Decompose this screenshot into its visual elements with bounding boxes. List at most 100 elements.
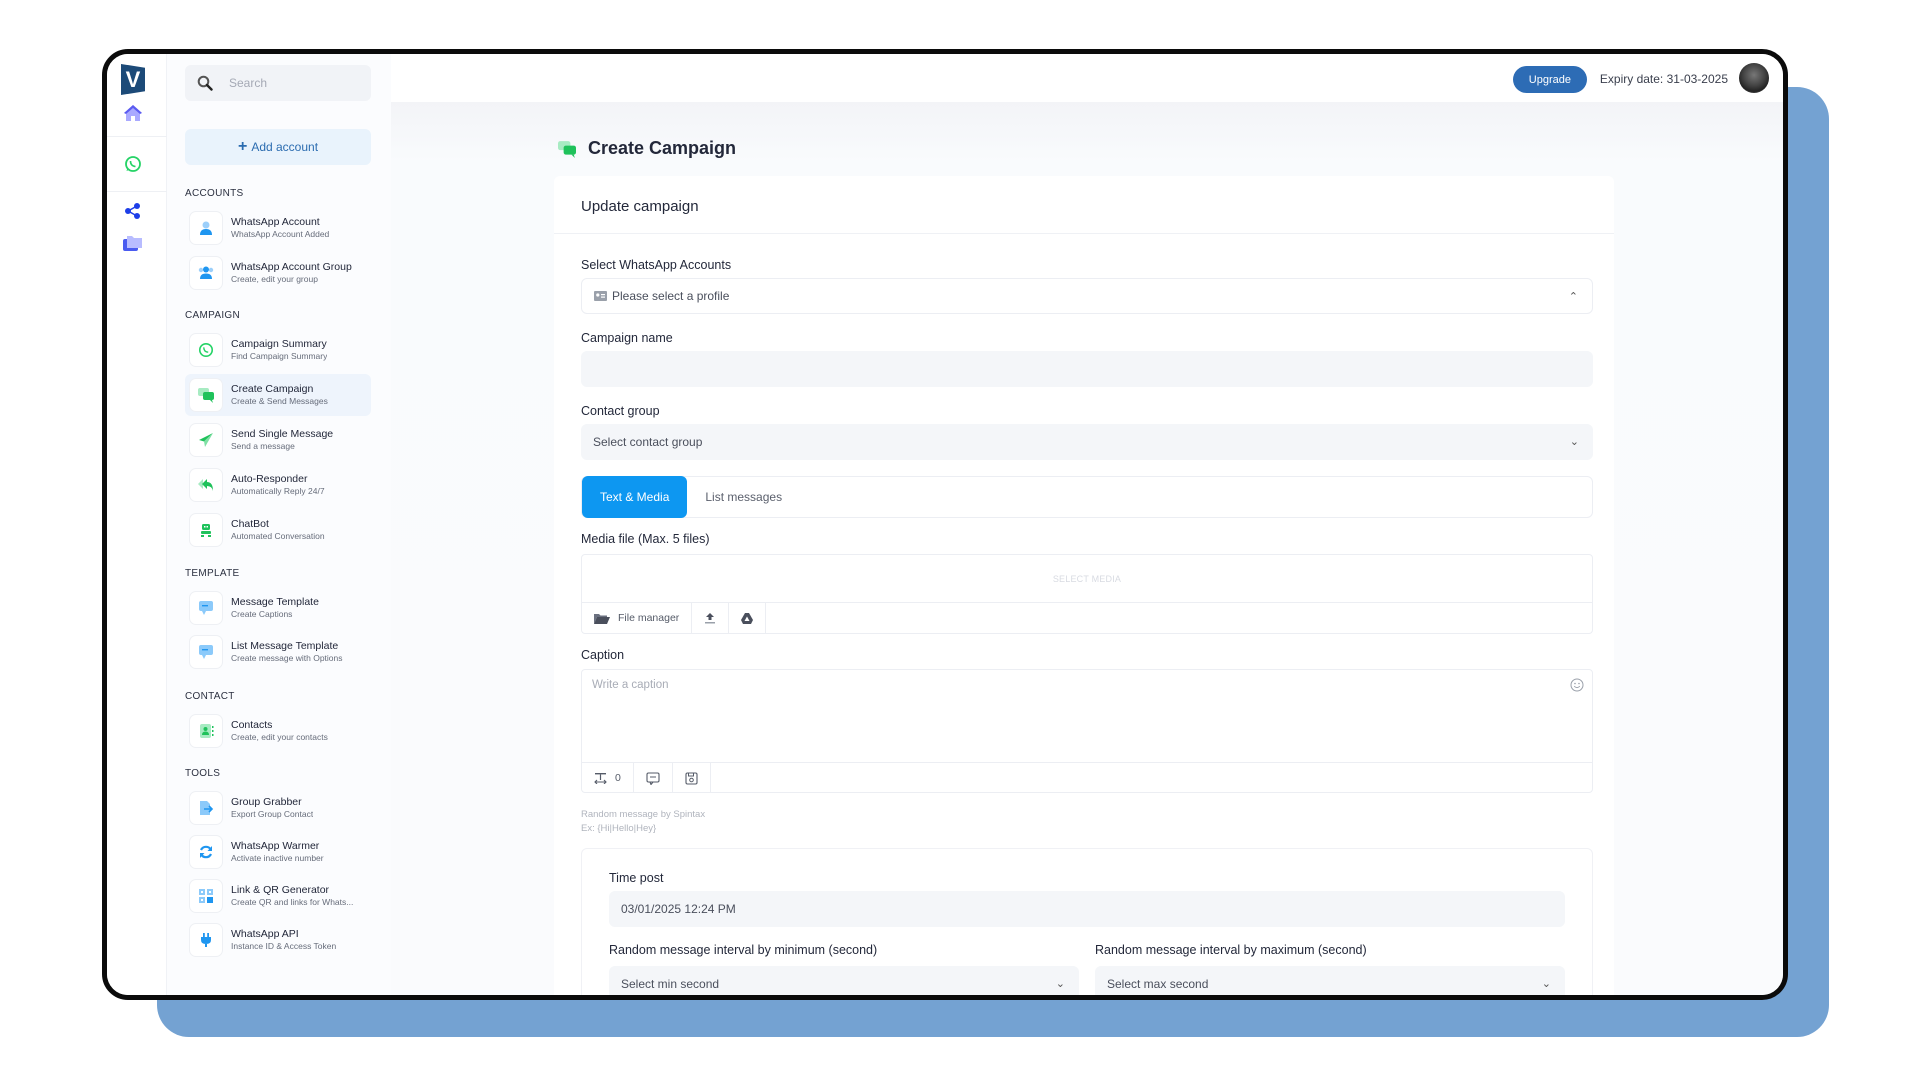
chevron-down-icon: ⌄ bbox=[1541, 978, 1551, 990]
search-input[interactable]: Search bbox=[185, 65, 371, 101]
save-template-button[interactable] bbox=[673, 763, 711, 793]
send-icon bbox=[189, 423, 223, 457]
nav-subtitle: Automatically Reply 24/7 bbox=[231, 486, 325, 497]
select-media-dropzone[interactable]: SELECT MEDIA bbox=[582, 555, 1592, 603]
insert-template-button[interactable] bbox=[634, 763, 673, 793]
file-manager-label: File manager bbox=[618, 612, 680, 624]
max-interval-placeholder: Select max second bbox=[1107, 977, 1209, 991]
sidebar-item-contacts[interactable]: Contacts Create, edit your contacts bbox=[185, 710, 371, 752]
avatar[interactable] bbox=[1739, 63, 1769, 93]
tab-text-media[interactable]: Text & Media bbox=[582, 476, 688, 518]
sidebar-item-send-single-message[interactable]: Send Single Message Send a message bbox=[185, 419, 371, 461]
media-upload: SELECT MEDIA File manager bbox=[581, 554, 1593, 634]
page-title-text: Create Campaign bbox=[588, 138, 737, 158]
message-icon bbox=[189, 591, 223, 625]
sidebar-item-create-campaign[interactable]: Create Campaign Create & Send Messages bbox=[185, 374, 371, 416]
media-toolbar: File manager bbox=[582, 603, 1592, 633]
nav-title: WhatsApp API bbox=[231, 928, 299, 940]
chevron-down-icon: ⌄ bbox=[1569, 436, 1579, 448]
folder-open-icon bbox=[594, 613, 610, 624]
nav-subtitle: Create Captions bbox=[231, 609, 293, 620]
sidebar-item-whatsapp-warmer[interactable]: WhatsApp Warmer Activate inactive number bbox=[185, 831, 371, 873]
nav-title: Create Campaign bbox=[231, 383, 314, 395]
page-title: Create Campaign bbox=[556, 138, 736, 159]
upload-button[interactable] bbox=[692, 603, 730, 633]
sidebar-item-chatbot[interactable]: ChatBot Automated Conversation bbox=[185, 509, 371, 551]
expiry-date: Expiry date: 31-03-2025 bbox=[1599, 72, 1728, 86]
whatsapp-icon bbox=[189, 333, 223, 367]
nav-subtitle: Find Campaign Summary bbox=[231, 351, 328, 362]
spintax-hint: Random message by Spintax bbox=[581, 809, 706, 820]
plug-icon bbox=[189, 923, 223, 957]
min-interval-placeholder: Select min second bbox=[621, 977, 720, 991]
caption-count: 0 bbox=[615, 772, 621, 784]
search-placeholder: Search bbox=[229, 76, 268, 90]
rail-divider bbox=[107, 136, 167, 137]
chevron-up-icon: ⌃ bbox=[1568, 291, 1578, 303]
media-file-label: Media file (Max. 5 files) bbox=[581, 532, 710, 546]
message-icon bbox=[646, 771, 660, 785]
sidebar-item-whatsapp-api[interactable]: WhatsApp API Instance ID & Access Token bbox=[185, 919, 371, 961]
section-contact: CONTACT bbox=[185, 691, 235, 702]
sidebar-item-whatsapp-account-group[interactable]: WhatsApp Account Group Create, edit your … bbox=[185, 252, 371, 294]
section-template: TEMPLATE bbox=[185, 568, 240, 579]
emoji-icon[interactable] bbox=[1570, 678, 1584, 697]
sidebar-item-message-template[interactable]: Message Template Create Captions bbox=[185, 587, 371, 629]
main-content: Create Campaign Update campaign Select W… bbox=[391, 102, 1783, 995]
sidebar-item-list-message-template[interactable]: List Message Template Create message with… bbox=[185, 631, 371, 673]
section-accounts: ACCOUNTS bbox=[185, 188, 244, 199]
sidebar-item-link-qr-generator[interactable]: Link & QR Generator Create QR and links f… bbox=[185, 875, 371, 917]
contact-group-select[interactable]: Select contact group ⌄ bbox=[581, 424, 1593, 460]
nav-title: WhatsApp Account bbox=[231, 216, 320, 228]
tab-list-messages[interactable]: List messages bbox=[687, 476, 800, 518]
nav-title: List Message Template bbox=[231, 640, 339, 652]
min-interval-select[interactable]: Select min second ⌄ bbox=[609, 966, 1079, 995]
time-post-value: 03/01/2025 12:24 PM bbox=[621, 902, 736, 916]
nav-subtitle: Create, edit your contacts bbox=[231, 732, 328, 743]
app-logo[interactable]: V bbox=[121, 64, 145, 95]
max-interval-select[interactable]: Select max second ⌄ bbox=[1095, 966, 1565, 995]
section-campaign: CAMPAIGN bbox=[185, 310, 240, 321]
time-post-input[interactable]: 03/01/2025 12:24 PM bbox=[609, 891, 1565, 927]
home-icon[interactable] bbox=[121, 101, 145, 125]
contact-book-icon bbox=[189, 714, 223, 748]
refresh-icon bbox=[189, 835, 223, 869]
robot-icon bbox=[189, 513, 223, 547]
spintax-counter[interactable]: 0 bbox=[582, 763, 634, 793]
caption-input[interactable]: Write a caption 0 bbox=[581, 669, 1593, 793]
plus-icon: + bbox=[237, 138, 248, 155]
sidebar-item-campaign-summary[interactable]: Campaign Summary Find Campaign Summary bbox=[185, 329, 371, 371]
accounts-select[interactable]: Please select a profile ⌃ bbox=[581, 278, 1593, 314]
nav-subtitle: Export Group Contact bbox=[231, 809, 314, 820]
add-account-button[interactable]: + Add account bbox=[185, 129, 371, 165]
nav-title: Link & QR Generator bbox=[231, 884, 330, 896]
sidebar-item-whatsapp-account[interactable]: WhatsApp Account WhatsApp Account Added bbox=[185, 207, 371, 249]
nav-subtitle: Send a message bbox=[231, 441, 295, 452]
whatsapp-icon[interactable] bbox=[121, 152, 145, 176]
sidebar-item-auto-responder[interactable]: Auto-Responder Automatically Reply 24/7 bbox=[185, 464, 371, 506]
google-drive-button[interactable] bbox=[729, 603, 767, 633]
nav-subtitle: Create message with Options bbox=[231, 653, 343, 664]
share-icon[interactable] bbox=[121, 199, 145, 223]
caption-label: Caption bbox=[581, 648, 625, 662]
campaign-form-card: Update campaign Select WhatsApp Accounts… bbox=[554, 176, 1614, 995]
folder-icon[interactable] bbox=[121, 231, 145, 255]
caption-placeholder: Write a caption bbox=[592, 679, 669, 691]
upload-icon bbox=[705, 613, 716, 624]
schedule-card: Time post 03/01/2025 12:24 PM Random mes… bbox=[581, 848, 1593, 995]
users-icon bbox=[189, 256, 223, 290]
upgrade-button[interactable]: Upgrade bbox=[1512, 66, 1587, 93]
min-interval-label: Random message interval by minimum (seco… bbox=[609, 943, 878, 957]
search-icon bbox=[197, 75, 213, 91]
message-type-tabs: Text & Media List messages bbox=[581, 476, 1593, 518]
file-manager-button[interactable]: File manager bbox=[582, 603, 693, 633]
chat-bubbles-icon bbox=[189, 378, 223, 412]
add-account-label: Add account bbox=[251, 140, 319, 154]
app-window: V Search + Add account ACCOUNTS WhatsApp… bbox=[102, 49, 1788, 1000]
max-interval-label: Random message interval by maximum (seco… bbox=[1095, 943, 1367, 957]
sidebar-item-group-grabber[interactable]: Group Grabber Export Group Contact bbox=[185, 787, 371, 829]
nav-title: Send Single Message bbox=[231, 428, 334, 440]
caption-toolbar: 0 bbox=[582, 762, 1592, 793]
nav-subtitle: Activate inactive number bbox=[231, 853, 324, 864]
campaign-name-input[interactable] bbox=[581, 351, 1593, 387]
